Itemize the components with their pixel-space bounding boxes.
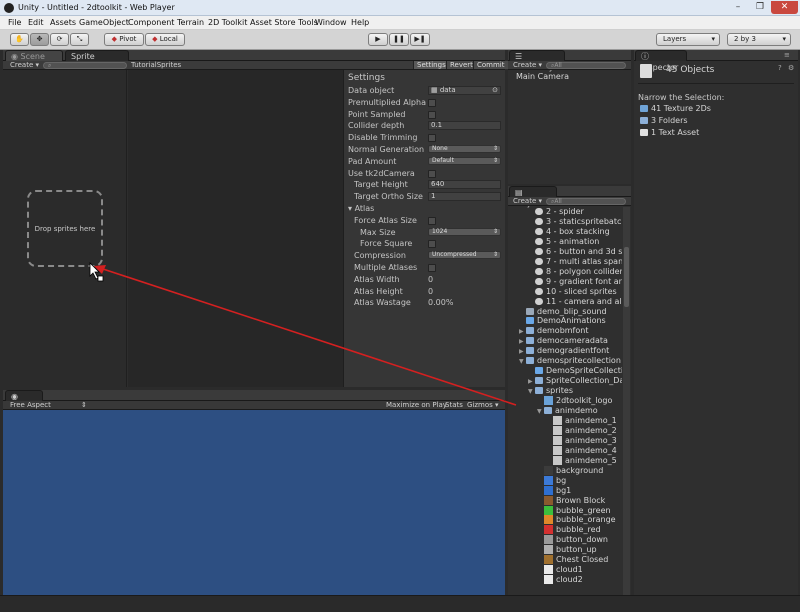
drag-arrow-line [99,267,517,406]
drag-arrow-overlay [89,262,517,406]
unity-editor-window: Unity - Untitled - 2dtoolkit - Web Playe… [0,0,800,612]
